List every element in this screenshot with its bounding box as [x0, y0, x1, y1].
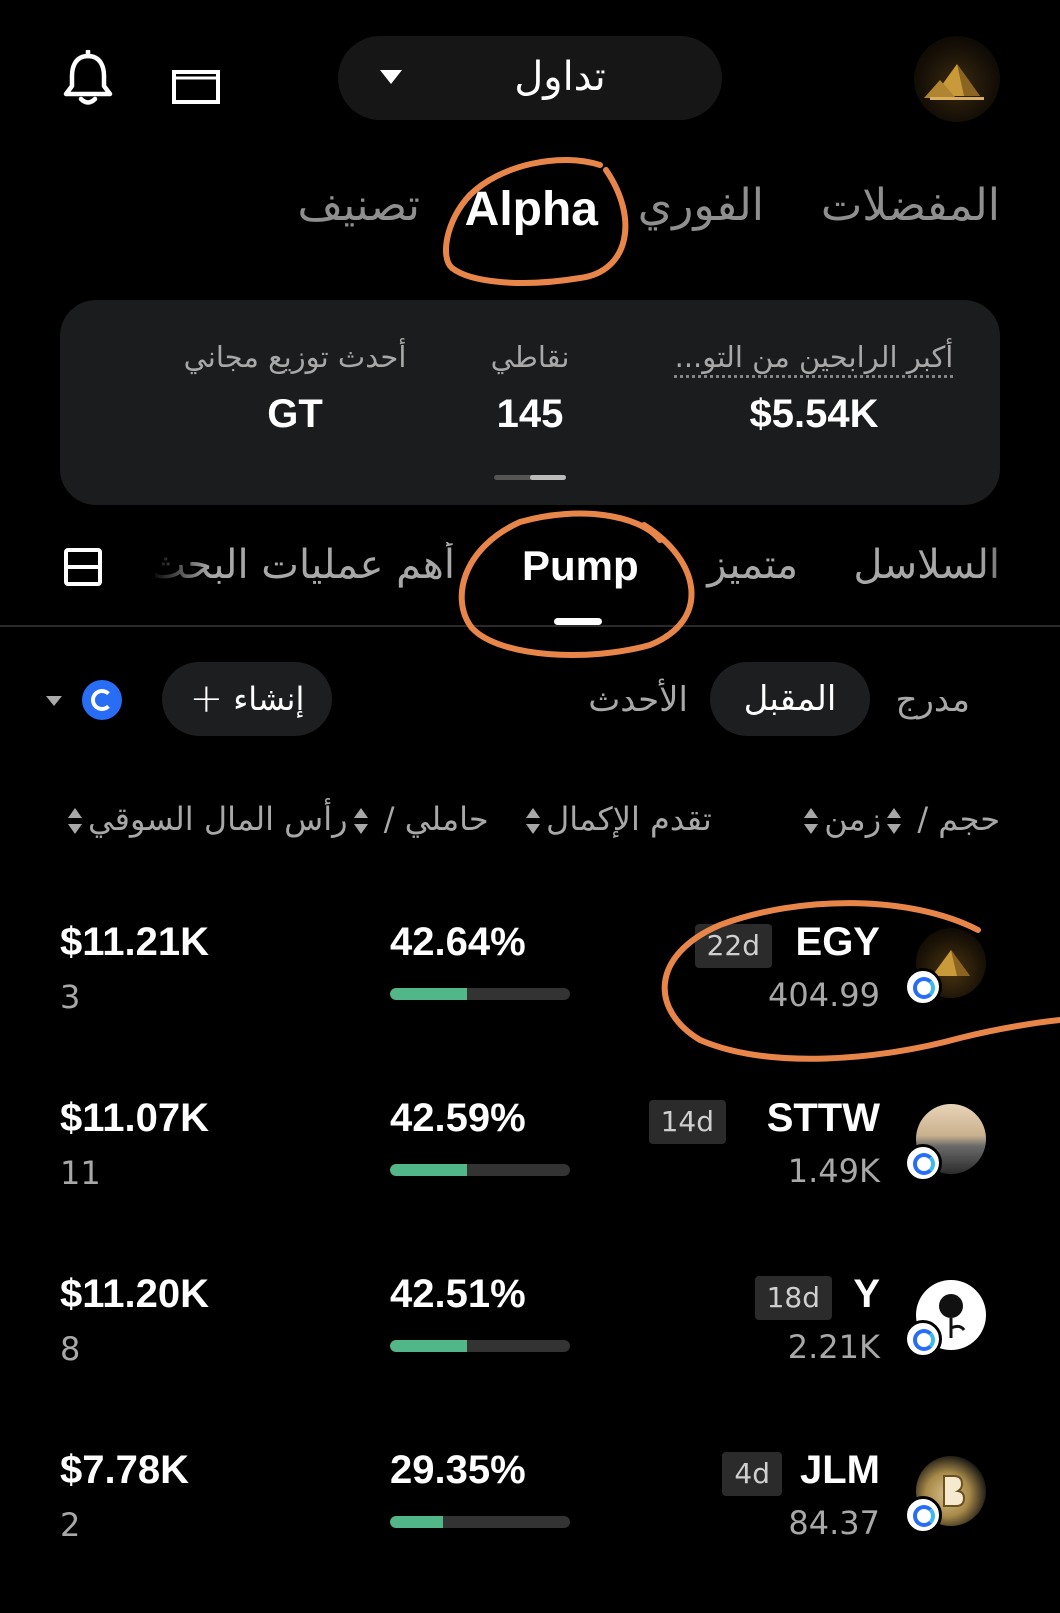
avatar[interactable] [914, 36, 1000, 122]
progress-bar-fill [390, 1516, 443, 1528]
carousel-pager [494, 475, 566, 480]
pyramid-logo [914, 36, 1000, 122]
stats-card: أكبر الرابحين من التو... $5.54K نقاطي 14… [60, 300, 1000, 505]
col-time: زمن [824, 800, 881, 838]
age-badge: 4d [722, 1452, 782, 1496]
sort-icon[interactable] [68, 808, 82, 834]
tab-favorites[interactable]: المفضلات [821, 180, 1000, 231]
tab-chains[interactable]: السلاسل [853, 542, 1000, 588]
plus-icon: + [190, 676, 224, 722]
chain-badge-icon [904, 1144, 942, 1182]
table-row[interactable]: $11.21K 3 42.64% 22d EGY 404.99 [0, 920, 1060, 1090]
trade-mode-dropdown[interactable]: تداول [338, 36, 722, 120]
volume-value: 404.99 [768, 976, 880, 1014]
holders-value: 2 [60, 1506, 80, 1544]
progress-bar [390, 988, 570, 1000]
progress-bar-fill [390, 988, 467, 1000]
airdrop-label: أحدث توزيع مجاني [120, 340, 470, 374]
active-tab-indicator [554, 618, 602, 625]
table-row[interactable]: $7.78K 2 29.35% 4d JLM 84.37 [0, 1448, 1060, 1613]
col-progress: تقدم الإكمال [546, 800, 712, 838]
col-volume: حجم [938, 800, 1000, 838]
progress-bar [390, 1516, 570, 1528]
col-holders: حاملي [405, 800, 489, 838]
create-button[interactable]: + إنشاء [162, 662, 332, 736]
airdrop-value: GT [120, 392, 470, 437]
sort-icon[interactable] [526, 808, 540, 834]
token-symbol: EGY [796, 920, 880, 965]
market-cap-value: $11.20K [60, 1272, 209, 1317]
progress-value: 42.64% [390, 920, 526, 965]
chain-badge-icon [904, 968, 942, 1006]
tab-alpha[interactable]: Alpha [465, 182, 598, 237]
chain-badge-icon [904, 1496, 942, 1534]
progress-bar [390, 1164, 570, 1176]
tab-ranking[interactable]: تصنيف [297, 180, 420, 231]
age-badge: 18d [755, 1276, 832, 1320]
progress-bar [390, 1340, 570, 1352]
tab-spot[interactable]: الفوري [638, 180, 764, 231]
col-market-cap: رأس المال السوقي [88, 800, 348, 838]
progress-bar-fill [390, 1164, 467, 1176]
bell-icon[interactable] [62, 50, 114, 106]
age-badge: 22d [695, 924, 772, 968]
progress-value: 42.59% [390, 1096, 526, 1141]
age-badge: 14d [649, 1100, 726, 1144]
trade-mode-label: تداول [338, 54, 722, 100]
wallet-icon[interactable] [172, 68, 222, 104]
market-cap-value: $11.07K [60, 1096, 209, 1141]
tab-distinct[interactable]: متميز [707, 542, 798, 588]
top-winners-stat[interactable]: أكبر الرابحين من التو... $5.54K [664, 340, 964, 437]
scroll-fade-left [150, 540, 210, 600]
holders-value: 11 [60, 1154, 101, 1192]
holders-value: 8 [60, 1330, 80, 1368]
top-winners-label: أكبر الرابحين من التو... [664, 340, 964, 374]
market-cap-value: $7.78K [60, 1448, 189, 1493]
top-winners-value: $5.54K [664, 392, 964, 437]
chevron-down-icon[interactable] [46, 696, 62, 706]
sort-icon[interactable] [887, 808, 901, 834]
volume-value: 2.21K [788, 1328, 880, 1366]
progress-value: 29.35% [390, 1448, 526, 1493]
create-label: إنشاء [233, 680, 304, 718]
layout-toggle-icon[interactable] [64, 548, 102, 586]
table-row[interactable]: $11.07K 11 42.59% 14d STTW 1.49K [0, 1096, 1060, 1266]
holders-value: 3 [60, 978, 80, 1016]
token-symbol: JLM [800, 1448, 880, 1493]
sort-icon[interactable] [354, 808, 368, 834]
filter-listed[interactable]: مدرج [896, 680, 970, 720]
progress-value: 42.51% [390, 1272, 526, 1317]
filter-latest[interactable]: الأحدث [588, 680, 688, 720]
market-cap-value: $11.21K [60, 920, 209, 965]
filter-upcoming[interactable]: المقبل [710, 662, 870, 736]
volume-value: 1.49K [788, 1152, 880, 1190]
chain-selector-icon[interactable] [82, 680, 122, 720]
token-symbol: STTW [767, 1096, 880, 1141]
chain-badge-icon [904, 1320, 942, 1358]
progress-bar-fill [390, 1340, 467, 1352]
table-row[interactable]: $11.20K 8 42.51% 18d Y 2.21K [0, 1272, 1060, 1442]
sort-icon[interactable] [804, 808, 818, 834]
token-symbol: Y [853, 1272, 880, 1317]
column-header-progress[interactable]: تقدم الإكمال [520, 800, 712, 838]
tab-pump[interactable]: Pump [522, 542, 639, 590]
scroll-fade-right [980, 540, 1040, 600]
column-header-mcap-holders[interactable]: حاملي / رأس المال السوقي [62, 800, 489, 838]
airdrop-stat[interactable]: أحدث توزيع مجاني GT [120, 340, 470, 437]
column-header-time-volume[interactable]: حجم / زمن [798, 800, 1000, 838]
divider [0, 625, 1060, 627]
volume-value: 84.37 [788, 1504, 880, 1542]
